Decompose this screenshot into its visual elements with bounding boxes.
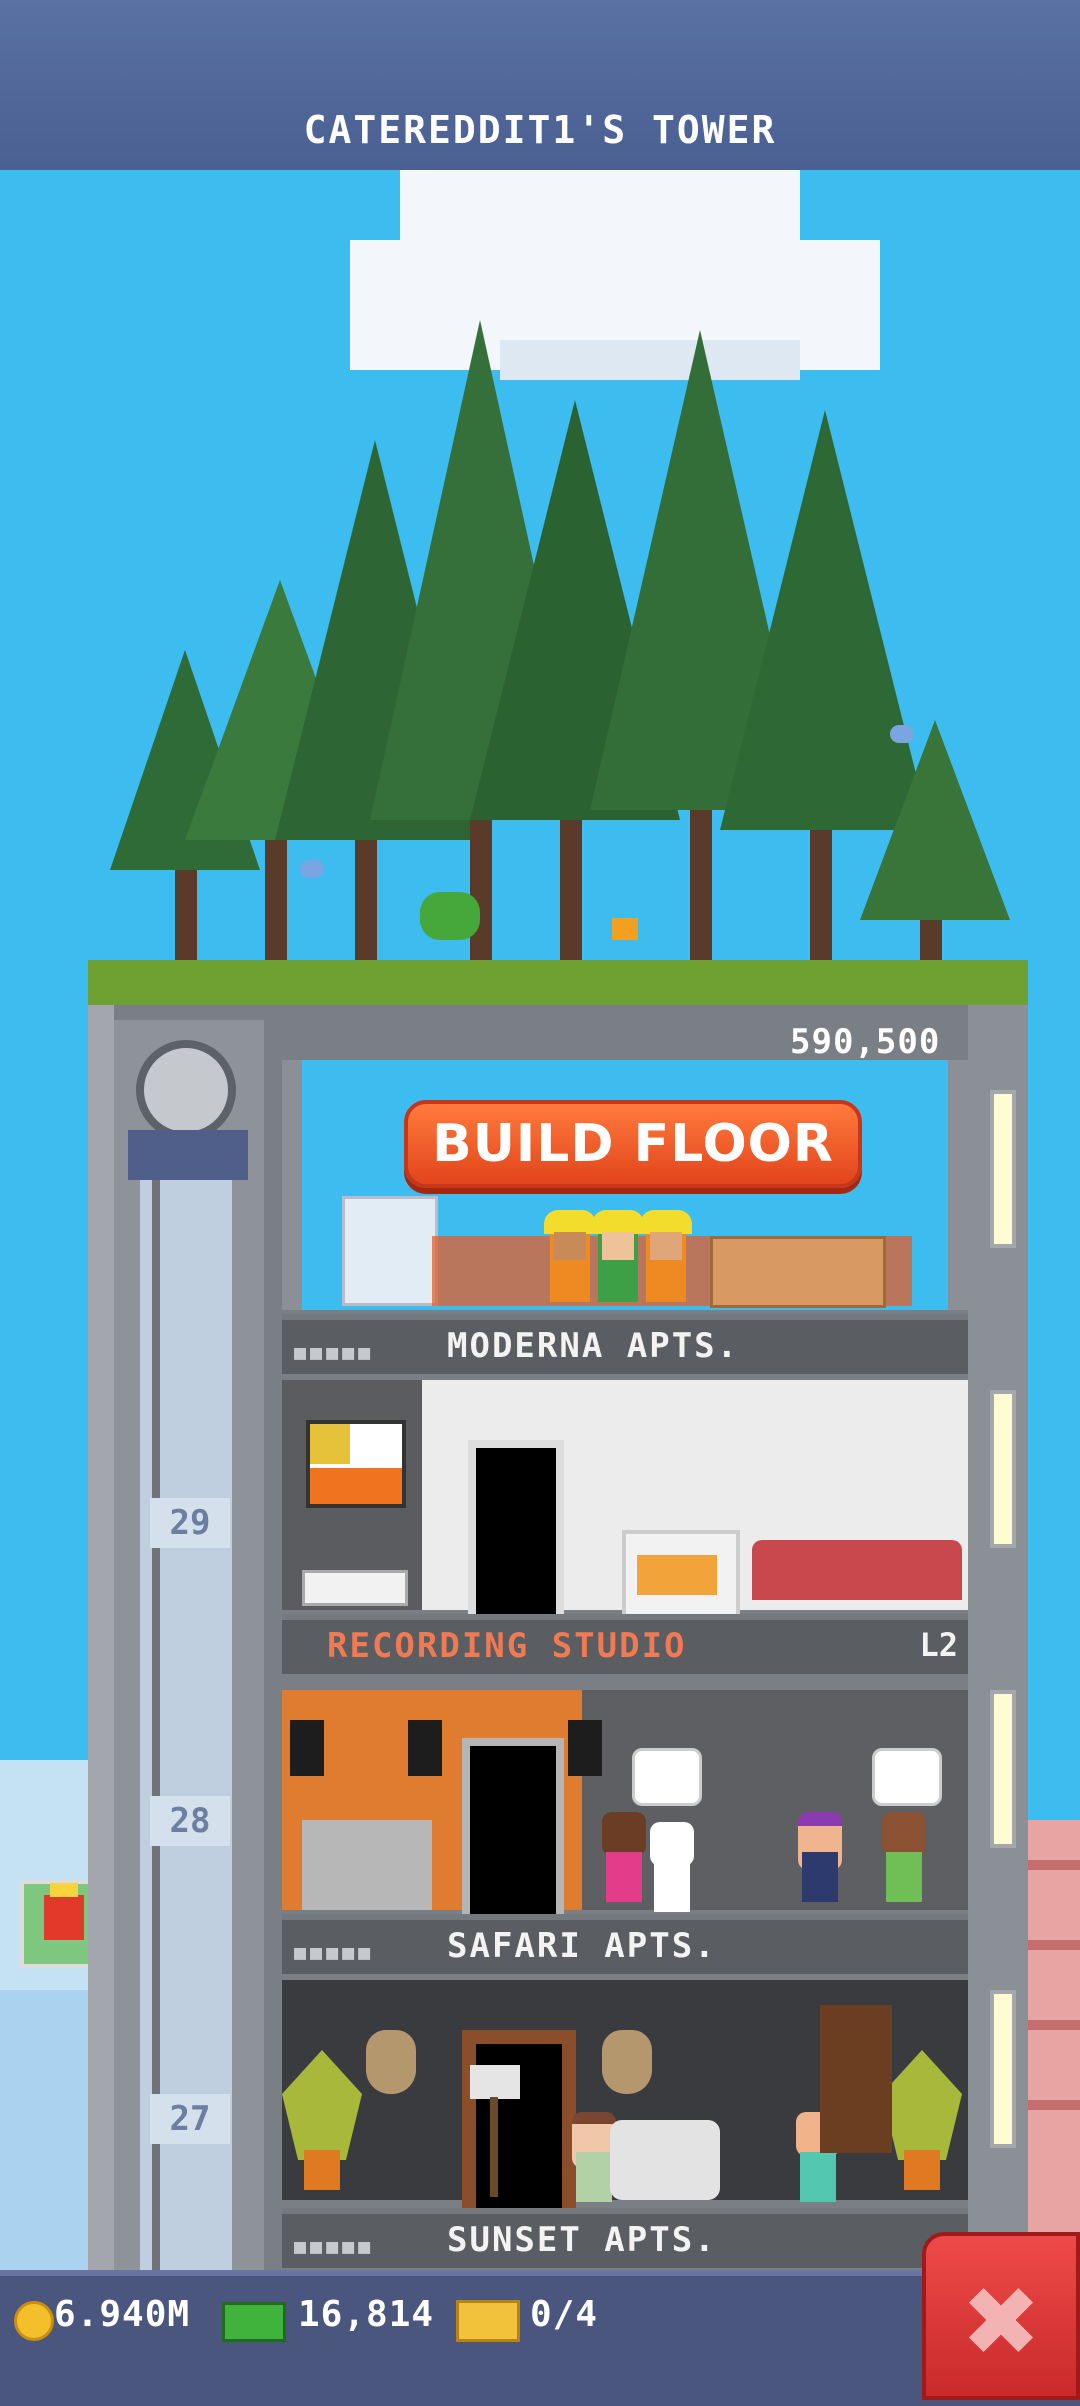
coin-balance[interactable]: 6.940M <box>54 2294 190 2335</box>
ticket-count[interactable]: 0/4 <box>530 2294 598 2335</box>
snowman-character[interactable] <box>650 1822 694 1912</box>
resident-person[interactable] <box>882 1812 926 1902</box>
resident-dots-icon: ■■■■■ <box>294 2234 375 2258</box>
floor-name: RECORDING STUDIO <box>327 1626 687 1666</box>
floor-recording-studio[interactable] <box>282 1690 968 1926</box>
floor-name: SAFARI APTS. <box>447 1926 717 1966</box>
speaker-icon <box>290 1720 324 1776</box>
red-sofa <box>752 1540 962 1600</box>
resident-person[interactable] <box>798 1812 842 1902</box>
tower-window-light <box>990 1090 1016 1248</box>
elevator-pulley-icon <box>136 1040 236 1140</box>
construction-worker <box>592 1210 644 1302</box>
close-icon: ✖ <box>960 2266 1042 2378</box>
bux-icon <box>222 2302 286 2342</box>
floor-label-recording-studio[interactable]: RECORDING STUDIO L2 <box>282 1614 968 1674</box>
elevator-floor-number: 29 <box>150 1498 230 1548</box>
header-bar: CATEREDDIT1'S TOWER <box>0 0 1080 174</box>
tower-left-rail <box>88 1005 114 2275</box>
build-floor-button[interactable]: BUILD FLOOR <box>404 1100 862 1188</box>
build-floor-price: 590,500 <box>790 1022 941 1062</box>
safari-door <box>462 2030 576 2228</box>
tower-window-light <box>990 1690 1016 1848</box>
background-building-right <box>1020 1820 1080 2280</box>
tower-title: CATEREDDIT1'S TOWER <box>303 108 777 152</box>
status-bar <box>0 2270 1080 2406</box>
coin-icon <box>14 2301 54 2341</box>
bird-icon <box>300 860 324 878</box>
floor-label-safari[interactable]: ■■■■■ SAFARI APTS. <box>282 1914 968 1974</box>
glass-panel <box>342 1196 438 1306</box>
tower-window-light <box>990 1990 1016 2148</box>
tower-window-light <box>990 1390 1016 1548</box>
resident-dots-icon: ■■■■■ <box>294 1340 375 1364</box>
lamp-pole <box>490 2097 498 2197</box>
studio-door <box>462 1738 564 1926</box>
floor-moderna-apts[interactable] <box>282 1380 968 1626</box>
armchair <box>610 2120 720 2200</box>
elevator-car[interactable] <box>128 1130 248 1180</box>
speaker-icon <box>568 1720 602 1776</box>
floor-name: MODERNA APTS. <box>447 1326 740 1366</box>
apartment-door <box>468 1440 564 1626</box>
floor-label-moderna[interactable]: ■■■■■ MODERNA APTS. <box>282 1314 968 1374</box>
fire-icon <box>637 1555 717 1595</box>
resident-dots-icon: ■■■■■ <box>294 1940 375 1964</box>
tribal-mask-icon <box>366 2030 416 2094</box>
elevator-floor-number: 28 <box>150 1796 230 1846</box>
ticket-icon <box>456 2300 520 2342</box>
resident-person[interactable] <box>602 1812 646 1902</box>
construction-worker <box>544 1210 596 1302</box>
butterfly-icon <box>612 918 638 940</box>
frog-icon <box>420 892 480 940</box>
wardrobe <box>820 2005 892 2153</box>
bird-icon <box>890 725 914 743</box>
elevator-floor-number: 27 <box>150 2094 230 2144</box>
background-building <box>0 1990 90 2280</box>
speaker-icon <box>408 1720 442 1776</box>
floor-level-badge: L2 <box>919 1626 958 1664</box>
close-button[interactable]: ✖ <box>922 2232 1080 2400</box>
side-table <box>302 1570 408 1606</box>
potted-palm <box>282 2050 362 2190</box>
floor-label-sunset[interactable]: ■■■■■ SUNSET APTS. <box>282 2208 968 2268</box>
speech-bubble-icon[interactable] <box>872 1748 942 1806</box>
fries-icon <box>44 1883 84 1940</box>
wooden-crate <box>710 1236 886 1308</box>
lamp-icon <box>470 2065 520 2099</box>
mixing-console <box>302 1820 432 1910</box>
speech-bubble-icon[interactable] <box>632 1748 702 1806</box>
floor-name: SUNSET APTS. <box>447 2220 717 2260</box>
wall-art <box>306 1420 406 1508</box>
bux-balance[interactable]: 16,814 <box>298 2294 434 2335</box>
construction-worker <box>640 1210 692 1302</box>
potted-palm <box>882 2050 962 2190</box>
tribal-mask-icon <box>602 2030 652 2094</box>
